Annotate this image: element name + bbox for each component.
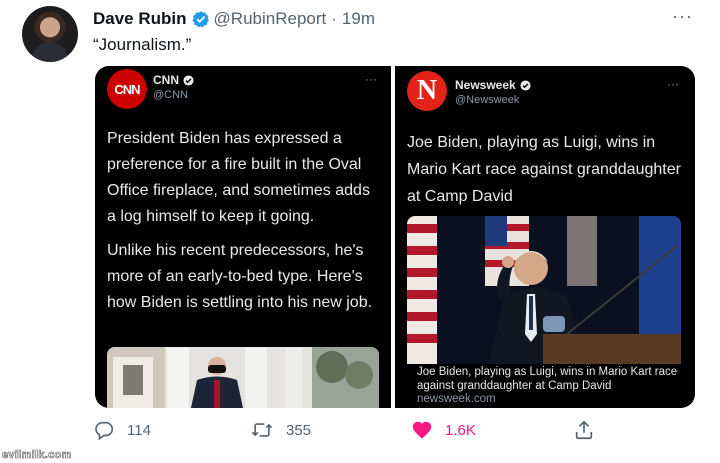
separator-dot: · — [331, 9, 337, 28]
newsweek-tweet-screenshot[interactable]: N Newsweek @Newsweek ··· Joe Biden, play… — [395, 66, 695, 408]
flag-left — [407, 216, 437, 364]
more-icon: ··· — [667, 77, 679, 91]
retweet-count: 355 — [286, 421, 312, 439]
verified-badge-icon — [520, 79, 531, 91]
cnn-paragraph-2: Unlike his recent predecessors, he's mor… — [107, 242, 373, 311]
tweet-text: “Journalism.” — [93, 35, 192, 54]
author-handle[interactable]: @RubinReport — [214, 9, 327, 29]
cnn-paragraph-1: President Biden has expressed a preferen… — [107, 130, 370, 225]
newsweek-link-domain[interactable]: newsweek.com — [417, 393, 496, 405]
share-icon — [575, 420, 593, 440]
cnn-photo — [107, 347, 379, 408]
newsweek-link-caption[interactable]: Joe Biden, playing as Luigi, wins in Mar… — [417, 365, 681, 393]
cnn-name-label: CNN — [153, 73, 179, 87]
newsweek-account-name: Newsweek — [455, 78, 531, 92]
newsweek-headline: Joe Biden, playing as Luigi, wins in Mar… — [407, 134, 681, 205]
tweet-actions: 114 355 1.6K — [0, 419, 720, 445]
cnn-account-handle: @CNN — [153, 89, 188, 101]
cnn-logo: CNN — [107, 69, 147, 109]
like-icon — [412, 421, 432, 439]
avatar[interactable] — [22, 6, 78, 62]
share-button[interactable] — [573, 419, 607, 441]
reply-button[interactable]: 114 — [93, 419, 151, 441]
quoted-media-grid[interactable]: CNN CNN @CNN ··· President Biden has exp… — [95, 66, 695, 408]
reply-count: 114 — [127, 421, 151, 439]
more-icon[interactable]: ··· — [672, 6, 693, 27]
like-count: 1.6K — [445, 421, 476, 439]
tweet-time[interactable]: 19m — [342, 9, 375, 29]
newsweek-account-handle: @Newsweek — [455, 94, 520, 106]
cnn-account-name: CNN — [153, 73, 194, 87]
verified-badge-icon — [191, 11, 209, 28]
watermark: evilmilk.com — [2, 449, 72, 462]
cnn-tweet-screenshot[interactable]: CNN CNN @CNN ··· President Biden has exp… — [95, 66, 391, 408]
retweet-icon — [251, 423, 273, 437]
cnn-tweet-text: President Biden has expressed a preferen… — [107, 126, 382, 324]
tweet-header: Dave Rubin @RubinReport · 19m — [93, 8, 375, 30]
verified-badge-icon — [183, 74, 194, 86]
newsweek-name-label: Newsweek — [455, 78, 516, 92]
more-icon: ··· — [365, 72, 377, 86]
retweet-button[interactable]: 355 — [250, 419, 311, 441]
reply-icon — [95, 421, 114, 441]
tweet: Dave Rubin @RubinReport · 19m ··· “Journ… — [0, 0, 720, 463]
newsweek-logo: N — [407, 71, 447, 111]
author-name[interactable]: Dave Rubin — [93, 9, 187, 29]
like-button[interactable]: 1.6K — [411, 419, 476, 441]
newsweek-photo — [407, 216, 681, 364]
